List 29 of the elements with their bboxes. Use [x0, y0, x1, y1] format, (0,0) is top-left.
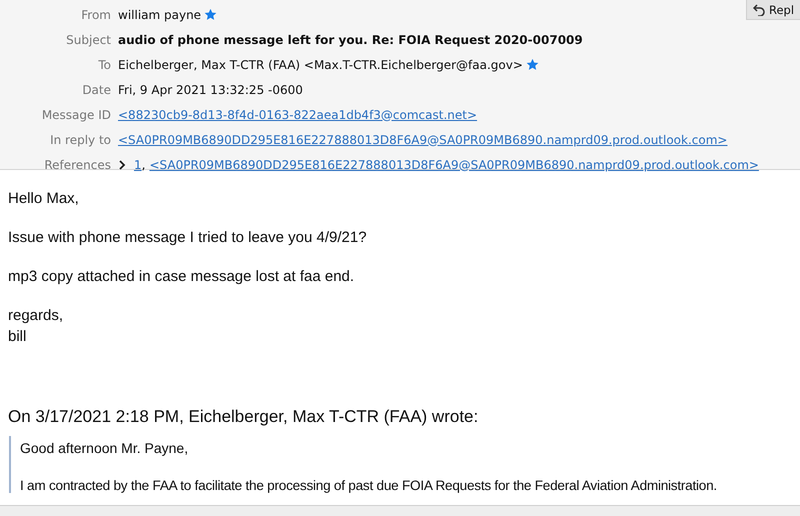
message-link[interactable]: <SA0PR09MB6890DD295E816E227888013D8F6A9@SA0PR09MB6890.namprd09.prod.outlook.com>	[118, 132, 728, 146]
field-label: Subject	[65, 32, 111, 46]
message-line: regards,	[8, 306, 64, 326]
reference-count-link[interactable]: 1	[134, 158, 142, 172]
quote-header: On 3/17/2021 2:18 PM, Eichelberger, Max T-CTR (FAA) wrote:	[8, 407, 480, 427]
message-line: mp3 copy attached in case message lost at faa end.	[8, 267, 356, 287]
quoted-text: I am contracted by the FAA to facilitate the processing of past due FOIA Requests for the Federal Aviation Administration.	[20, 478, 718, 493]
message-link[interactable]: <88230cb9-8d13-8f4d-0163-822aea1db4f3@comcast.net>	[118, 108, 478, 122]
reply-button[interactable]: Repl	[746, 0, 800, 20]
subject-text: audio of phone message left for you. Re: FOIA Request 2020-007009	[118, 32, 583, 46]
field-label: Message ID	[40, 108, 111, 122]
field-label: In reply to	[49, 132, 111, 146]
reply-icon	[753, 4, 765, 16]
reference-link[interactable]: <SA0PR09MB6890DD295E816E227888013D8F6A9@SA0PR09MB6890.namprd09.prod.outlook.com>	[149, 158, 759, 172]
message-line: Issue with phone message I tried to leave you 4/9/21?	[8, 228, 368, 248]
field-label: References	[43, 158, 111, 172]
field-label: To	[97, 58, 111, 72]
quoted-text: Good afternoon Mr. Payne,	[20, 440, 190, 456]
field-label: From	[80, 8, 111, 22]
header-value: william payne	[118, 8, 202, 22]
message-line: bill	[8, 327, 28, 347]
chevron-icon[interactable]	[118, 160, 126, 170]
star-icon[interactable]	[204, 8, 218, 21]
header-value: Eichelberger, Max T-CTR (FAA) <Max.T-CTR.Eichelberger@faa.gov>	[118, 58, 523, 72]
header-value: Fri, 9 Apr 2021 13:32:25 -0600	[118, 82, 303, 96]
comma: ,	[142, 158, 146, 172]
field-label: Date	[81, 82, 111, 96]
message-line: Hello Max,	[8, 189, 80, 209]
star-icon[interactable]	[526, 58, 539, 71]
